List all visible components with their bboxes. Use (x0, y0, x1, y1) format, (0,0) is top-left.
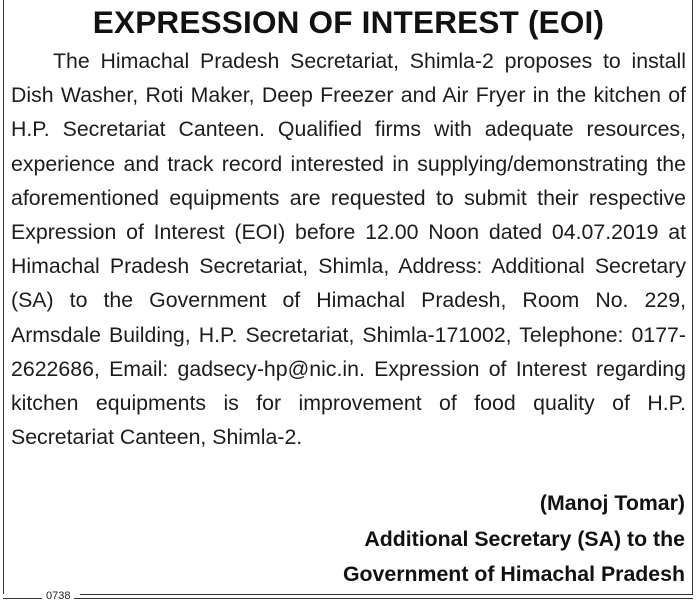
bottom-rule (3, 598, 693, 599)
signatory-designation-line2: Government of Himachal Pradesh (342, 562, 685, 586)
notice-title: EXPRESSION OF INTEREST (EOI) (92, 4, 605, 40)
notice-body: The Himachal Pradesh Secretariat, Shimla… (11, 49, 686, 450)
ad-code: 0738 (42, 590, 75, 602)
signatory-designation-line1: Additional Secretary (SA) to the (364, 527, 685, 551)
bottom-rule-inner (80, 594, 693, 595)
signatory-name: (Manoj Tomar) (539, 491, 685, 515)
